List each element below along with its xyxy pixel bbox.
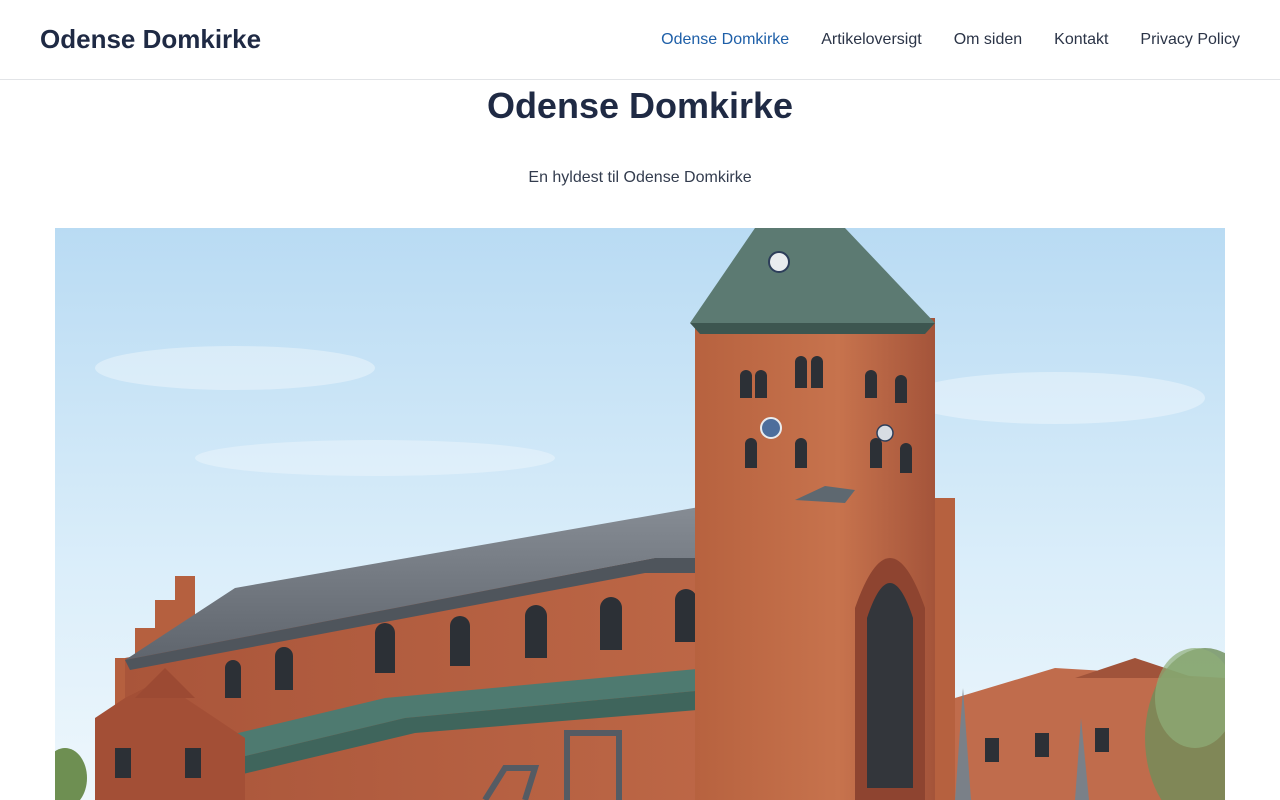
page-subtitle: En hyldest til Odense Domkirke (528, 169, 752, 186)
nav-item-kontakt[interactable]: Kontakt (1054, 30, 1108, 50)
site-header: Odense Domkirke Odense Domkirke Artikelo… (0, 0, 1280, 80)
main-navigation: Odense Domkirke Artikeloversigt Om siden… (629, 0, 1240, 79)
nav-item-om-siden[interactable]: Om siden (954, 30, 1022, 50)
nav-item-odense-domkirke[interactable]: Odense Domkirke (661, 30, 789, 50)
nav-item-privacy-policy[interactable]: Privacy Policy (1140, 30, 1240, 50)
site-title-link[interactable]: Odense Domkirke (40, 22, 261, 56)
cathedral-photo (55, 228, 1225, 800)
nav-item-artikeloversigt[interactable]: Artikeloversigt (821, 30, 921, 50)
page-title: Odense Domkirke (486, 85, 794, 126)
